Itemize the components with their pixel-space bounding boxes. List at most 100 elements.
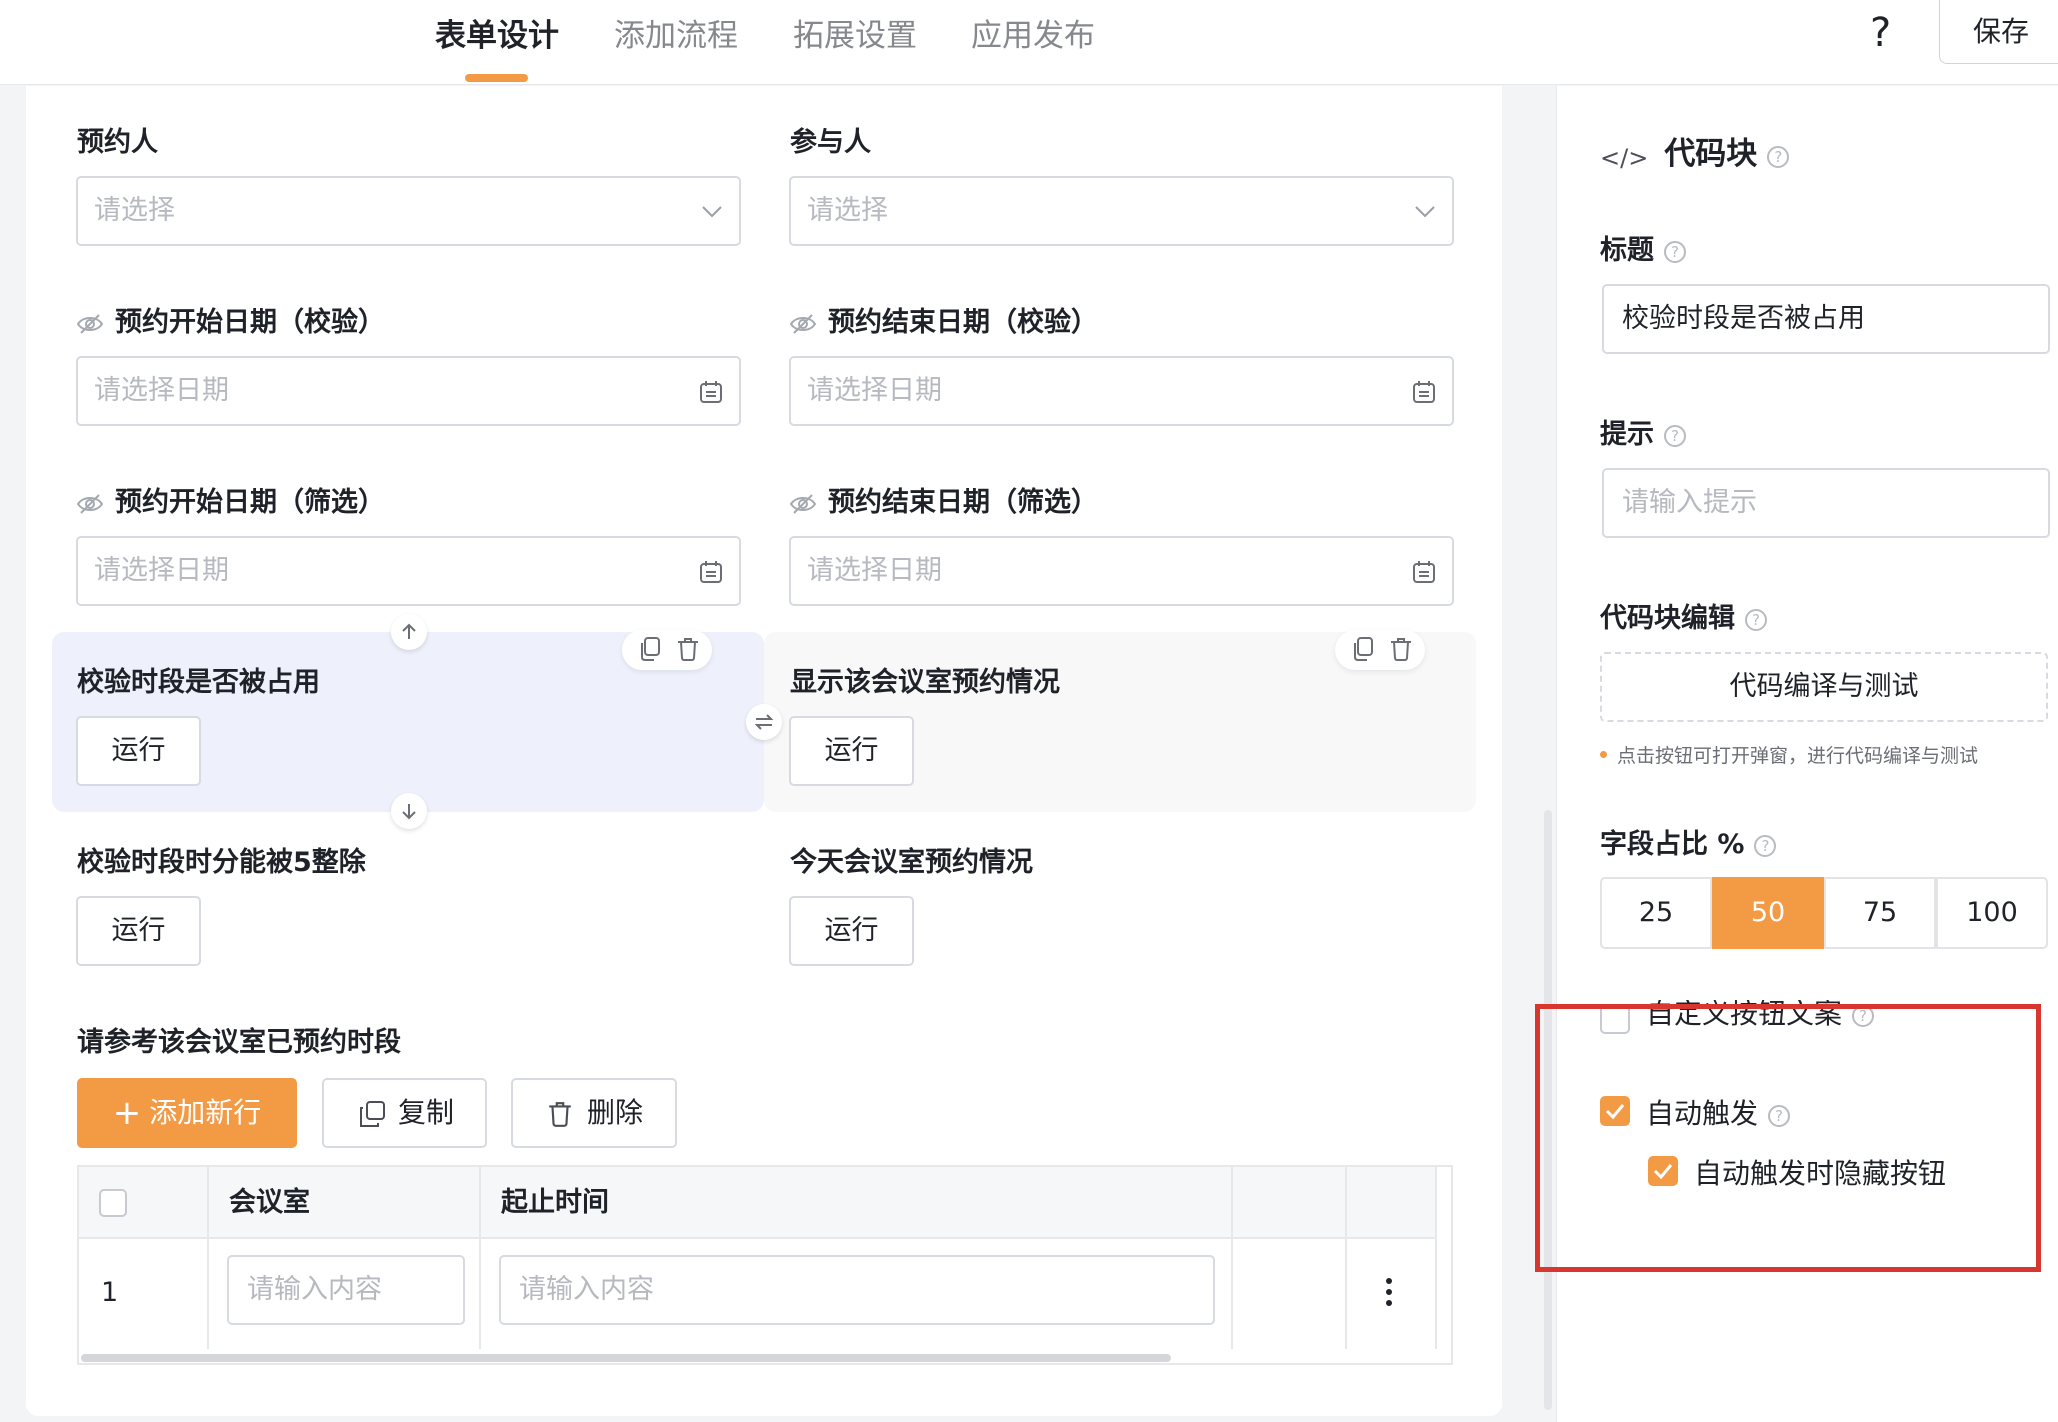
code-edit-label: 代码块编辑? [1600, 596, 1767, 635]
tab-extension-settings[interactable]: 拓展设置 [793, 10, 917, 55]
tab-form-design[interactable]: 表单设计 [435, 10, 559, 55]
subtable-label: 请参考该会议室已预约时段 [77, 1027, 401, 1058]
code-icon: </> [1600, 144, 1649, 172]
select-all-checkbox[interactable] [99, 1189, 127, 1217]
chevron-down-icon [1414, 200, 1436, 222]
table-cell: 请输入内容 [481, 1239, 1233, 1349]
delete-row-button[interactable]: 删除 [511, 1078, 677, 1148]
width-option-50[interactable]: 50 [1712, 877, 1824, 949]
help-circle-icon[interactable]: ? [1754, 835, 1777, 857]
help-circle-icon[interactable]: ? [1767, 146, 1790, 168]
panel-title: </> 代码块? [1600, 128, 1790, 173]
start-date-check-placeholder: 请选择日期 [94, 375, 229, 406]
code-edit-hint: 点击按钮可打开弹窗，进行代码编译与测试 [1600, 741, 1978, 768]
tab-app-publish[interactable]: 应用发布 [971, 10, 1095, 55]
help-circle-icon[interactable]: ? [1745, 609, 1767, 631]
booker-select[interactable]: 请选择 [76, 176, 741, 246]
title-input[interactable]: 校验时段是否被占用 [1602, 284, 2050, 354]
row-index: 1 [101, 1277, 119, 1308]
column-header-empty [1233, 1167, 1347, 1239]
compile-test-button[interactable]: 代码编译与测试 [1600, 652, 2048, 722]
more-vertical-icon[interactable] [1385, 1277, 1393, 1307]
chevron-down-icon [701, 200, 723, 222]
active-tab-indicator [465, 74, 528, 82]
start-date-filter-label: 预约开始日期（筛选） [77, 480, 385, 519]
start-date-check-label: 预约开始日期（校验） [77, 300, 385, 339]
width-option-75[interactable]: 75 [1824, 877, 1936, 949]
tab-add-process[interactable]: 添加流程 [614, 10, 738, 55]
copy-icon[interactable] [1351, 636, 1375, 662]
start-date-filter-picker[interactable]: 请选择日期 [76, 536, 741, 606]
trash-icon[interactable] [676, 636, 700, 662]
hint-field-label-text: 提示 [1600, 419, 1654, 450]
highlight-annotation-box [1535, 1004, 2041, 1272]
code-block-label: 显示该会议室预约情况 [790, 667, 1060, 698]
horizontal-scrollbar[interactable] [81, 1354, 1171, 1362]
eye-hidden-icon [790, 313, 816, 335]
width-ratio-label: 字段占比 %? [1600, 822, 1777, 861]
end-date-filter-picker[interactable]: 请选择日期 [789, 536, 1454, 606]
run-button[interactable]: 运行 [76, 896, 201, 966]
room-input[interactable]: 请输入内容 [227, 1255, 465, 1325]
hint-input[interactable]: 请输入提示 [1602, 468, 2050, 538]
move-down-icon[interactable] [391, 793, 427, 829]
calendar-icon [1412, 380, 1436, 404]
move-up-icon[interactable] [391, 614, 427, 650]
width-option-25[interactable]: 25 [1600, 877, 1712, 949]
calendar-icon [699, 380, 723, 404]
title-field-label: 标题? [1600, 228, 1686, 267]
code-block-label: 今天会议室预约情况 [790, 847, 1033, 878]
participants-select[interactable]: 请选择 [789, 176, 1454, 246]
width-option-100[interactable]: 100 [1936, 877, 2048, 949]
width-ratio-label-text: 字段占比 % [1600, 829, 1745, 860]
end-date-filter-placeholder: 请选择日期 [807, 555, 942, 586]
end-date-filter-label: 预约结束日期（筛选） [790, 480, 1098, 519]
help-circle-icon[interactable]: ? [1664, 241, 1686, 263]
table-row-index-cell: 1 [79, 1239, 209, 1349]
column-header: 会议室 [209, 1167, 481, 1239]
copy-icon [360, 1101, 385, 1127]
trash-icon[interactable] [1389, 636, 1413, 662]
save-button[interactable]: 保存 [1939, 0, 2058, 64]
block-toolbar [622, 630, 712, 670]
start-date-check-text: 预约开始日期（校验） [115, 307, 385, 338]
time-range-input[interactable]: 请输入内容 [499, 1255, 1215, 1325]
eye-hidden-icon [77, 313, 103, 335]
copy-row-button[interactable]: 复制 [322, 1078, 487, 1148]
calendar-icon [1412, 560, 1436, 584]
eye-hidden-icon [790, 493, 816, 515]
end-date-check-picker[interactable]: 请选择日期 [789, 356, 1454, 426]
help-circle-icon[interactable]: ? [1664, 425, 1686, 447]
delete-row-label: 删除 [587, 1096, 644, 1129]
participants-placeholder: 请选择 [807, 195, 888, 226]
code-edit-label-text: 代码块编辑 [1600, 603, 1735, 634]
copy-icon[interactable] [638, 636, 662, 662]
bullet-dot [1600, 751, 1607, 758]
booker-label: 预约人 [77, 127, 158, 158]
start-date-filter-text: 预约开始日期（筛选） [115, 487, 385, 518]
copy-row-label: 复制 [398, 1096, 455, 1129]
end-date-check-label: 预约结束日期（校验） [790, 300, 1098, 339]
booker-placeholder: 请选择 [94, 195, 175, 226]
code-edit-hint-text: 点击按钮可打开弹窗，进行代码编译与测试 [1617, 745, 1979, 767]
run-button[interactable]: 运行 [789, 716, 914, 786]
eye-hidden-icon [77, 493, 103, 515]
end-date-check-placeholder: 请选择日期 [807, 375, 942, 406]
column-header-actions [1347, 1167, 1437, 1239]
calendar-icon [699, 560, 723, 584]
participants-label: 参与人 [790, 127, 871, 158]
run-button[interactable]: 运行 [789, 896, 914, 966]
help-button[interactable]: ? [1870, 10, 1891, 56]
table-cell: 请输入内容 [209, 1239, 481, 1349]
hint-field-label: 提示? [1600, 412, 1686, 451]
title-field-label-text: 标题 [1600, 235, 1654, 266]
add-row-button[interactable]: + 添加新行 [77, 1078, 297, 1148]
block-toolbar [1335, 630, 1425, 670]
code-block-label: 校验时段是否被占用 [77, 667, 320, 698]
start-date-filter-placeholder: 请选择日期 [94, 555, 229, 586]
start-date-check-picker[interactable]: 请选择日期 [76, 356, 741, 426]
end-date-filter-text: 预约结束日期（筛选） [828, 487, 1098, 518]
row-actions-cell [1347, 1239, 1437, 1349]
swap-icon[interactable] [746, 704, 782, 740]
run-button[interactable]: 运行 [76, 716, 201, 786]
